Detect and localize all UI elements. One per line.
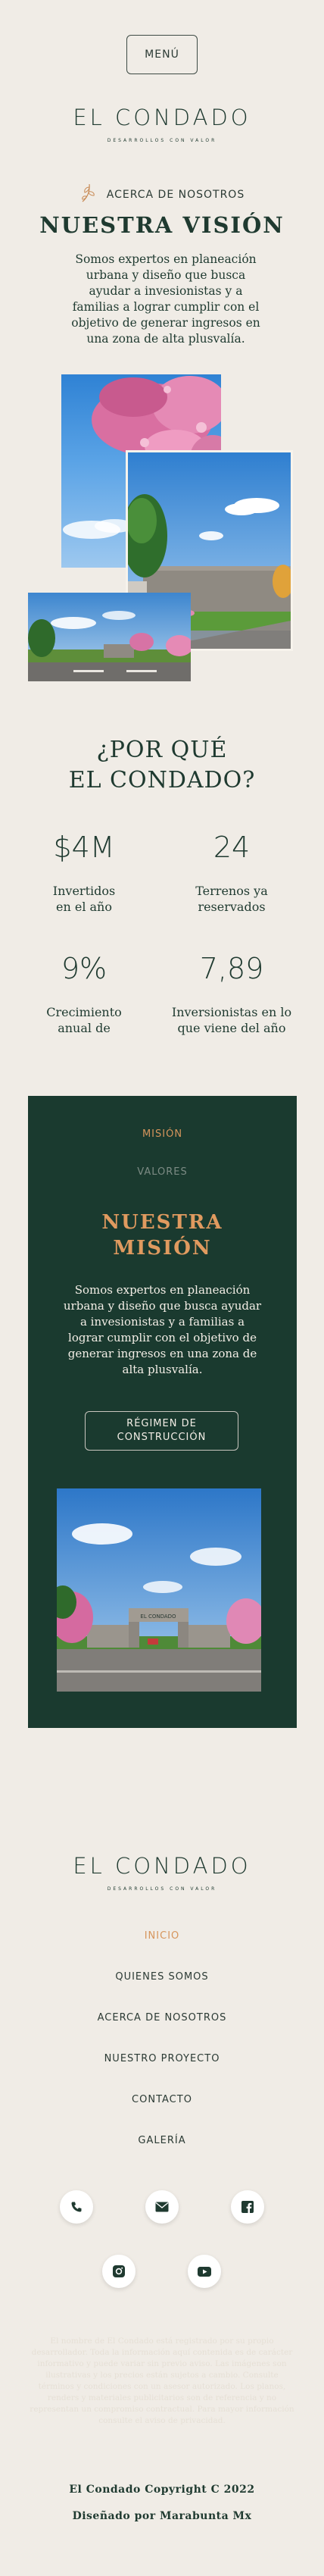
stat-value: 24 bbox=[213, 831, 251, 864]
header-logo-tagline: DESARROLLOS CON VALOR bbox=[107, 138, 217, 143]
tab-valores[interactable]: VALORES bbox=[28, 1166, 297, 1178]
vision-title: NUESTRA VISIÓN bbox=[39, 212, 285, 238]
designer-credit: Diseñado por Marabunta Mx bbox=[72, 2510, 252, 2522]
footer-logo-tagline: DESARROLLOS CON VALOR bbox=[107, 1886, 217, 1892]
why-title-line1: ¿POR QUÉ bbox=[96, 737, 228, 763]
mission-paragraph: Somos expertos en planeación urbana y di… bbox=[63, 1283, 262, 1376]
stat-label-line: Inversionistas en lo bbox=[171, 1005, 292, 1019]
leaf-icon bbox=[79, 183, 99, 207]
regimen-button-line1: RÉGIMEN DE bbox=[126, 1418, 197, 1429]
stat-label: Terrenos ya reservados bbox=[175, 883, 288, 915]
footer-nav-acerca[interactable]: ACERCA DE NOSOTROS bbox=[0, 2012, 324, 2024]
footer-nav-inicio[interactable]: INICIO bbox=[0, 1930, 324, 1942]
footer-nav-proyecto[interactable]: NUESTRO PROYECTO bbox=[0, 2053, 324, 2064]
regimen-button-text: RÉGIMEN DE CONSTRUCCIÓN bbox=[117, 1417, 207, 1445]
regimen-button-line2: CONSTRUCCIÓN bbox=[117, 1432, 207, 1443]
stat-label-line: Crecimiento bbox=[46, 1005, 122, 1019]
mission-title-line1: NUESTRA bbox=[101, 1211, 223, 1234]
tab-mision[interactable]: MISIÓN bbox=[28, 1128, 297, 1140]
mail-icon[interactable] bbox=[145, 2190, 179, 2224]
stat-value: 7,89 bbox=[199, 952, 264, 985]
facebook-icon[interactable] bbox=[231, 2190, 264, 2224]
why-title: ¿POR QUÉ EL CONDADO? bbox=[0, 735, 324, 796]
photo-street-view bbox=[28, 593, 191, 681]
phone-icon[interactable] bbox=[60, 2190, 93, 2224]
footer-nav-contacto[interactable]: CONTACTO bbox=[0, 2094, 324, 2105]
footer-logo-title[interactable]: EL CONDADO bbox=[0, 1853, 324, 1879]
stat-label-line: anual de bbox=[58, 1021, 111, 1035]
stat-label-line: en el año bbox=[55, 900, 112, 914]
stat-value: 9% bbox=[61, 952, 107, 985]
stat-label: Invertidos en el año bbox=[27, 883, 141, 915]
footer-nav-quienes-somos[interactable]: QUIENES SOMOS bbox=[0, 1971, 324, 1983]
stat-label-line: que viene del año bbox=[177, 1021, 286, 1035]
why-title-line2: EL CONDADO? bbox=[68, 767, 256, 793]
about-label-row: ACERCA DE NOSOTROS bbox=[0, 183, 324, 206]
about-section-label: ACERCA DE NOSOTROS bbox=[106, 189, 245, 201]
menu-button[interactable]: MENÚ bbox=[126, 35, 198, 74]
instagram-icon[interactable] bbox=[102, 2255, 136, 2288]
gate-sign-text: EL CONDADO bbox=[140, 1614, 176, 1620]
footer-nav-galeria[interactable]: GALERÍA bbox=[0, 2135, 324, 2146]
stat-label-line: Invertidos bbox=[52, 884, 116, 898]
stat-label-line: Terrenos ya bbox=[195, 884, 268, 898]
copyright-text: El Condado Copyright C 2022 bbox=[69, 2484, 255, 2496]
header-logo-title[interactable]: EL CONDADO bbox=[0, 105, 324, 130]
mission-panel: MISIÓN VALORES NUESTRA MISIÓN Somos expe… bbox=[28, 1096, 297, 1728]
stat-label: Inversionistas en lo que viene del año bbox=[164, 1004, 300, 1036]
stat-label-line: reservados bbox=[198, 900, 266, 914]
vision-paragraph: Somos expertos en planeación urbana y di… bbox=[71, 252, 260, 346]
stat-label: Crecimiento anual de bbox=[27, 1004, 141, 1036]
mission-title: NUESTRA MISIÓN bbox=[28, 1210, 297, 1261]
stat-value: $4M bbox=[53, 831, 115, 864]
mission-title-line2: MISIÓN bbox=[113, 1237, 212, 1260]
regimen-construccion-button[interactable]: RÉGIMEN DE CONSTRUCCIÓN bbox=[85, 1411, 238, 1451]
photo-entrance-gate: EL CONDADO bbox=[57, 1488, 261, 1692]
youtube-icon[interactable] bbox=[188, 2255, 221, 2288]
legal-disclaimer: El nombre de El Condado está registrado … bbox=[30, 2337, 294, 2425]
